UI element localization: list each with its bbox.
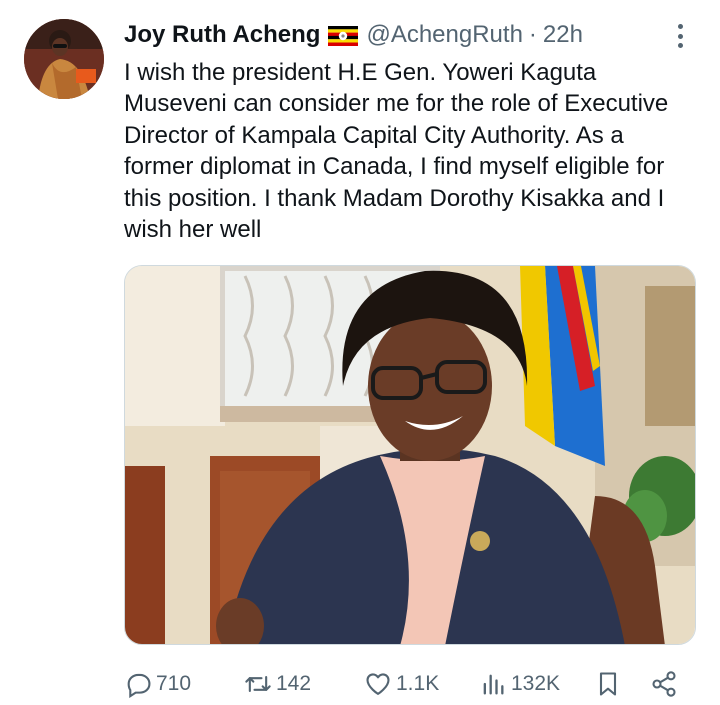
repost-icon: [245, 675, 271, 693]
tweet-timestamp[interactable]: 22h: [543, 21, 583, 49]
header-separator: ·: [528, 21, 537, 48]
tweet-text: I wish the president H.E Gen. Yoweri Kag…: [124, 59, 669, 244]
author-avatar[interactable]: [24, 19, 104, 99]
more-options-icon[interactable]: [668, 22, 692, 50]
reply-icon: [127, 673, 151, 698]
reply-count: 710: [156, 672, 192, 695]
views-count: 132K: [511, 672, 561, 695]
views-chart-icon: [483, 674, 504, 695]
share-icon: [652, 671, 676, 697]
repost-count: 142: [276, 672, 312, 695]
heart-icon: [366, 673, 390, 695]
views-button[interactable]: 132K: [479, 666, 560, 702]
bookmark-icon: [599, 672, 617, 696]
like-count: 1.1K: [396, 672, 440, 695]
share-button[interactable]: [650, 666, 682, 702]
bookmark-button[interactable]: [594, 666, 626, 702]
tweet-header: Joy Ruth Acheng @AchengRuth · 22h: [124, 20, 583, 50]
photo-image: [125, 266, 695, 644]
like-button[interactable]: 1.1K: [364, 666, 439, 702]
reply-button[interactable]: 710: [124, 666, 191, 702]
author-name[interactable]: Joy Ruth Acheng: [124, 21, 320, 49]
tweet-actions: 710 142 1.1K 132K: [124, 666, 684, 702]
uganda-flag-icon: [328, 25, 359, 46]
avatar-image: [24, 19, 104, 99]
tweet-media-photo[interactable]: [124, 265, 696, 645]
repost-button[interactable]: 142: [244, 666, 311, 702]
author-handle[interactable]: @AchengRuth: [366, 21, 522, 49]
